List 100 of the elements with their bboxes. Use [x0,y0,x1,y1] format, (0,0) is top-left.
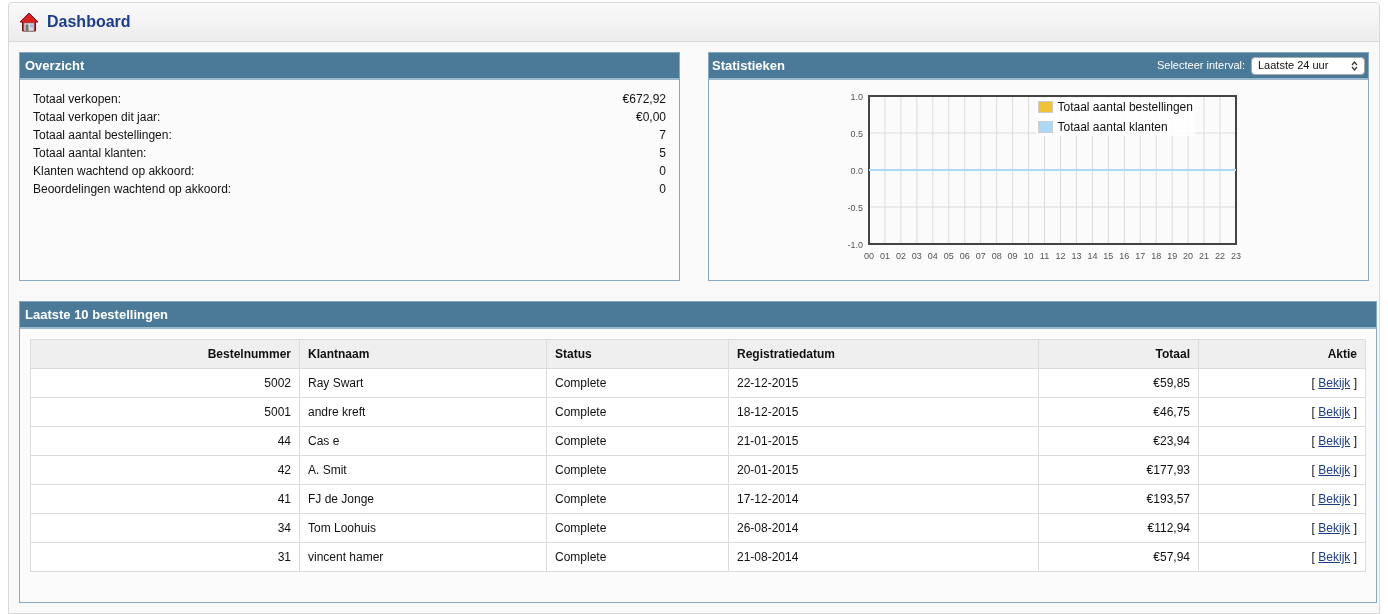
table-cell: Cas e [299,426,547,456]
table-cell: €46,75 [1038,397,1199,427]
x-tick-label: 04 [927,251,938,261]
stat-value: 0 [659,163,666,180]
stat-value: 7 [659,127,666,144]
x-tick-label: 10 [1023,251,1034,261]
table-cell: €177,93 [1038,455,1199,485]
table-cell: Complete [546,542,729,572]
x-tick-label: 21 [1198,251,1209,261]
table-cell: Complete [546,484,729,514]
bracket-text: ] [1353,492,1357,506]
column-header: Klantnaam [299,339,547,369]
x-tick-label: 09 [1007,251,1018,261]
column-header: Registratiedatum [728,339,1039,369]
table-cell: 21-01-2015 [728,426,1039,456]
x-tick-label: 11 [1039,251,1049,261]
table-cell: €193,57 [1038,484,1199,514]
table-cell: Complete [546,455,729,485]
table-cell: 31 [30,542,300,572]
view-link[interactable]: Bekijk [1318,434,1351,448]
interval-label: Selecteer interval: [1156,58,1245,74]
table-cell: Complete [546,368,729,398]
x-tick-label: 05 [943,251,954,261]
x-tick-label: 07 [975,251,986,261]
home-icon [19,12,39,32]
table-cell: €57,94 [1038,542,1199,572]
bracket-text: ] [1353,434,1357,448]
panel-title: Laatste 10 bestellingen [25,305,169,324]
chevron-icon [1351,60,1358,71]
bracket-text: ] [1353,376,1357,390]
view-link[interactable]: Bekijk [1318,405,1351,419]
table-cell: vincent hamer [299,542,547,572]
x-tick-label: 16 [1118,251,1129,261]
table-cell: 21-08-2014 [728,542,1039,572]
table-cell: 41 [30,484,300,514]
page-title: Dashboard [47,12,131,32]
table-cell: andre kreft [299,397,547,427]
stat-label: Totaal aantal bestellingen: [33,127,172,144]
bracket-text: [ [1311,376,1315,390]
stat-value: €0,00 [635,109,666,126]
stat-value: €672,92 [622,91,666,108]
stat-label: Totaal verkopen: [33,91,122,108]
view-link[interactable]: Bekijk [1318,463,1351,477]
stat-label: Totaal verkopen dit jaar: [33,109,161,126]
x-tick-label: 22 [1214,251,1225,261]
table-cell: 34 [30,513,300,543]
x-tick-label: 12 [1054,251,1065,261]
view-link[interactable]: Bekijk [1318,521,1351,535]
bracket-text: [ [1311,492,1315,506]
bracket-text: ] [1353,463,1357,477]
panel-title: Overzicht [25,56,85,75]
x-tick-label: 17 [1134,251,1145,261]
y-tick-label: 0.0 [850,165,863,176]
x-tick-label: 18 [1150,251,1161,261]
stat-value: 5 [659,145,666,162]
x-tick-label: 23 [1230,251,1241,261]
panel-title: Statistieken [712,56,785,75]
table-cell: Ray Swart [299,368,547,398]
interval-dropdown[interactable]: Laatste 24 uur [1251,56,1365,75]
view-link[interactable]: Bekijk [1318,492,1351,506]
bracket-text: [ [1311,463,1315,477]
x-tick-label: 20 [1182,251,1193,261]
view-link[interactable]: Bekijk [1318,550,1351,564]
table-cell: 5001 [30,397,300,427]
table-cell: 26-08-2014 [728,513,1039,543]
column-header: Bestelnummer [30,339,300,369]
y-tick-label: -0.5 [847,202,863,213]
table-cell: Complete [546,513,729,543]
x-tick-label: 06 [959,251,970,261]
stat-label: Beoordelingen wachtend op akkoord: [33,181,232,198]
y-tick-label: 1.0 [850,91,863,102]
table-cell: 42 [30,455,300,485]
bracket-text: ] [1353,521,1357,535]
x-tick-label: 00 [863,251,874,261]
x-tick-label: 08 [991,251,1002,261]
column-header: Aktie [1198,339,1366,369]
view-link[interactable]: Bekijk [1318,376,1351,390]
x-tick-label: 13 [1070,251,1081,261]
table-cell: €23,94 [1038,426,1199,456]
bracket-text: [ [1311,434,1315,448]
table-cell: Complete [546,426,729,456]
table-cell: Complete [546,397,729,427]
table-cell: 20-01-2015 [728,455,1039,485]
x-tick-label: 01 [879,251,890,261]
column-header: Status [546,339,729,369]
table-cell: 18-12-2015 [728,397,1039,427]
table-cell: 17-12-2014 [728,484,1039,514]
stat-label: Klanten wachtend op akkoord: [33,163,195,180]
table-cell: €112,94 [1038,513,1199,543]
table-cell: 22-12-2015 [728,368,1039,398]
bracket-text: [ [1311,521,1315,535]
x-tick-label: 03 [911,251,922,261]
table-cell: €59,85 [1038,368,1199,398]
stat-value: 0 [659,181,666,198]
column-header: Totaal [1038,339,1199,369]
x-tick-label: 02 [895,251,906,261]
table-cell: 5002 [30,368,300,398]
table-cell: Tom Loohuis [299,513,547,543]
bracket-text: [ [1311,405,1315,419]
y-tick-label: -1.0 [847,239,863,250]
